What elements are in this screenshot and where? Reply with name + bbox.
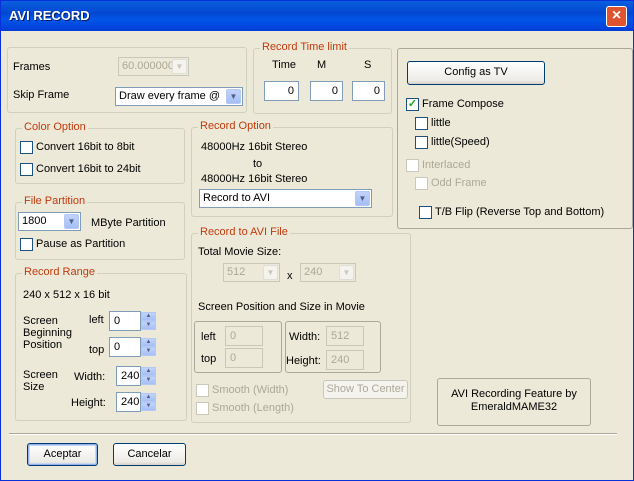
movie-height-label: Height: [286,355,321,367]
partition-size-value: 1800 [22,215,47,227]
credit-line2: EmeraldMAME32 [470,401,558,413]
range-left-label: left [89,314,104,326]
size-x-label: x [287,270,293,282]
accept-button[interactable]: Aceptar [27,443,98,466]
time-label: Time [272,59,297,71]
range-height-label: Height: [71,397,106,409]
frame-compose-label: Frame Compose [422,98,504,110]
record-to-avi-title: Record to AVI File [198,226,290,238]
credit-box: AVI Recording Feature by EmeraldMAME32 [437,378,591,426]
movie-width-value: 512 [227,266,246,278]
little-speed-checkbox[interactable] [415,136,428,149]
time-input[interactable]: 0 [264,81,299,101]
movie-height-input[interactable]: 240 [326,350,364,370]
record-range-info: 240 x 512 x 16 bit [23,289,110,301]
movie-left-label: left [201,331,216,343]
skip-frame-label: Skip Frame [13,89,70,101]
audio-target-format: 48000Hz 16bit Stereo [201,173,308,185]
range-left-input[interactable]: 0 [109,311,141,331]
skip-frame-select[interactable]: Draw every frame @ ▼ [115,87,243,106]
record-time-limit-title: Record Time limit [260,41,349,53]
config-as-tv-button[interactable]: Config as TV [407,61,545,85]
range-left-spinner[interactable]: ▲ ▼ [141,312,156,330]
smooth-width-label: Smooth (Width) [212,384,289,396]
convert-24bit-label: Convert 16bit to 24bit [36,163,141,175]
partition-size-select[interactable]: 1800 ▼ [18,212,81,231]
little-checkbox[interactable] [415,117,428,130]
frames-value: 60.000000 [122,60,174,72]
convert-24bit-checkbox[interactable] [20,163,33,176]
s-label: S [364,59,372,71]
m-input[interactable]: 0 [310,81,343,101]
s-input[interactable]: 0 [352,81,385,101]
m-label: M [317,59,327,71]
convert-8bit-label: Convert 16bit to 8bit [36,141,135,153]
tb-flip-checkbox[interactable] [419,206,432,219]
range-top-label: top [89,344,105,356]
footer-divider [9,433,617,435]
record-mode-select[interactable]: Record to AVI ▼ [199,189,372,208]
movie-width-label: Width: [289,331,321,343]
cancel-button[interactable]: Cancelar [113,443,186,466]
screen-beginning-position-label: Screen Beginning Position [23,315,72,351]
chevron-down-icon: ▼ [64,214,79,229]
range-height-input[interactable]: 240 [116,392,141,412]
range-width-label: Width: [74,371,106,383]
movie-height-value: 240 [304,266,323,278]
chevron-down-icon: ▼ [355,191,370,206]
file-partition-title: File Partition [22,195,88,207]
frame-compose-checkbox[interactable]: ✓ [406,98,419,111]
chevron-down-icon: ▼ [339,265,354,280]
window-title: AVI RECORD [9,8,90,23]
audio-to-label: to [253,158,263,170]
partition-unit-label: MByte Partition [91,217,166,229]
range-height-spinner[interactable]: ▲ ▼ [141,393,156,411]
pause-partition-label: Pause as Partition [36,238,126,250]
close-button[interactable]: × [606,6,627,27]
audio-source-format: 48000Hz 16bit Stereo [201,141,308,153]
range-top-input[interactable]: 0 [109,337,141,357]
little-label: little [431,117,451,129]
avi-record-dialog: AVI RECORD × Frames 60.000000 ▼ Skip Fra… [0,0,634,481]
movie-top-label: top [201,353,217,365]
smooth-width-checkbox[interactable] [196,384,209,397]
record-mode-value: Record to AVI [203,192,271,204]
interlaced-checkbox[interactable] [406,159,419,172]
odd-frame-checkbox[interactable] [415,177,428,190]
little-speed-label: little(Speed) [431,136,490,148]
screen-size-label: Screen Size [23,369,58,393]
smooth-length-label: Smooth (Length) [212,402,294,414]
odd-frame-label: Odd Frame [431,177,487,189]
movie-top-input[interactable]: 0 [225,348,263,368]
movie-width-select[interactable]: 512 ▼ [223,263,280,282]
skip-frame-value: Draw every frame @ [119,90,221,102]
chevron-down-icon: ▼ [263,265,278,280]
title-bar[interactable]: AVI RECORD × [1,1,633,31]
frames-select[interactable]: 60.000000 ▼ [118,57,189,76]
color-option-group: Color Option [15,121,185,184]
movie-height-select[interactable]: 240 ▼ [300,263,356,282]
movie-width-input[interactable]: 512 [326,326,364,346]
screen-position-title: Screen Position and Size in Movie [198,301,365,313]
chevron-down-icon: ▼ [226,89,241,104]
record-range-title: Record Range [22,266,97,278]
pause-partition-checkbox[interactable] [20,238,33,251]
smooth-length-checkbox[interactable] [196,402,209,415]
range-width-spinner[interactable]: ▲ ▼ [141,367,156,385]
range-width-input[interactable]: 240 [116,366,141,386]
color-option-title: Color Option [22,121,88,133]
interlaced-label: Interlaced [422,159,471,171]
credit-line1: AVI Recording Feature by [451,388,577,400]
convert-8bit-checkbox[interactable] [20,141,33,154]
tb-flip-label: T/B Flip (Reverse Top and Bottom) [435,206,605,218]
show-to-center-button[interactable]: Show To Center [323,380,408,399]
range-top-spinner[interactable]: ▲ ▼ [141,338,156,356]
total-movie-size-label: Total Movie Size: [198,246,282,258]
chevron-down-icon: ▼ [172,59,187,74]
movie-left-input[interactable]: 0 [225,326,263,346]
record-option-title: Record Option [198,120,273,132]
frames-label: Frames [13,61,51,73]
file-partition-group: File Partition [15,195,185,260]
